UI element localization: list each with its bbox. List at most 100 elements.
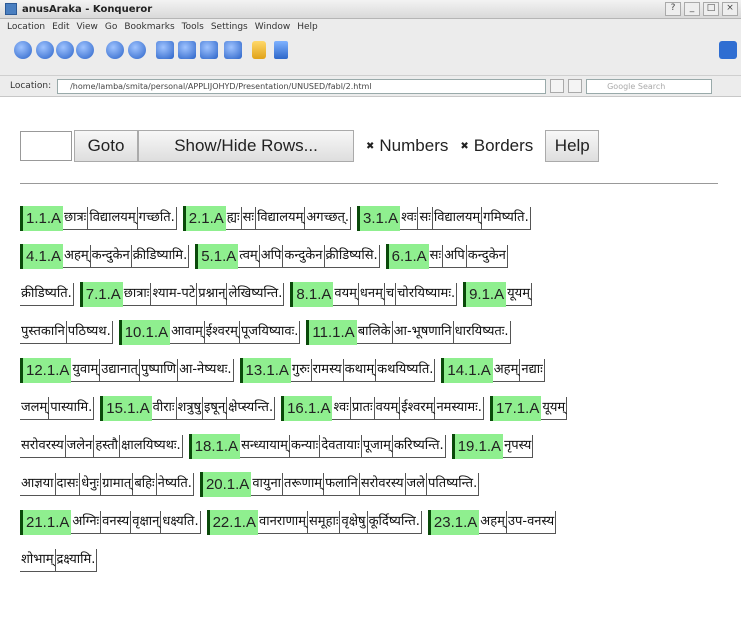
word-cell[interactable]: आवाम्: [170, 320, 205, 344]
word-cell[interactable]: यूयम्: [541, 396, 568, 420]
word-cell[interactable]: अपि: [443, 244, 467, 268]
word-cell[interactable]: पास्यामि.: [49, 396, 95, 420]
sentence-id-link[interactable]: 17.1.A: [489, 395, 542, 421]
word-cell[interactable]: पुष्पाणि: [139, 358, 179, 382]
word-cell[interactable]: विद्यालयम्: [88, 206, 138, 230]
word-cell[interactable]: युवाम्: [71, 358, 101, 382]
bookmark-icon[interactable]: [178, 41, 196, 59]
word-cell[interactable]: श्वः: [332, 396, 351, 420]
word-cell[interactable]: वायुना: [251, 472, 284, 496]
borders-check-mark-icon[interactable]: ✖: [460, 141, 468, 152]
word-cell[interactable]: अगच्छत्.: [305, 206, 352, 230]
clear-location-icon[interactable]: [550, 79, 565, 93]
word-cell[interactable]: त्वम्: [238, 244, 260, 268]
word-cell[interactable]: इषून्: [203, 396, 228, 420]
word-cell[interactable]: बहिः: [133, 472, 157, 496]
word-cell[interactable]: सः: [418, 206, 433, 230]
sentence-id-link[interactable]: 3.1.A: [357, 205, 401, 231]
word-cell[interactable]: सः: [428, 244, 444, 268]
word-cell[interactable]: आज्ञया: [20, 472, 56, 496]
word-cell[interactable]: ईश्वरम्: [204, 320, 240, 344]
word-cell[interactable]: श्याम-पटे: [151, 282, 198, 306]
word-cell[interactable]: सन्ध्यायाम्: [240, 434, 290, 458]
menu-bookmarks[interactable]: Bookmarks: [124, 22, 174, 32]
sentence-id-link[interactable]: 18.1.A: [188, 433, 241, 459]
word-cell[interactable]: चोरयिष्यामः.: [396, 282, 458, 306]
word-cell[interactable]: दासः: [55, 472, 81, 496]
word-cell[interactable]: करिष्यन्ति.: [392, 434, 446, 458]
word-cell[interactable]: पतिष्यन्ति.: [426, 472, 480, 496]
sentence-id-link[interactable]: 1.1.A: [20, 205, 64, 231]
word-cell[interactable]: वयम्: [374, 396, 401, 420]
word-cell[interactable]: देवतायाः: [320, 434, 362, 458]
sentence-id-link[interactable]: 8.1.A: [290, 281, 334, 307]
word-cell[interactable]: सः: [241, 206, 257, 230]
stop-icon[interactable]: [128, 41, 146, 59]
go-location-icon[interactable]: [568, 79, 583, 93]
word-cell[interactable]: नृपस्य: [503, 434, 534, 458]
word-cell[interactable]: सरोवरस्य: [20, 434, 66, 458]
menu-help[interactable]: Help: [297, 22, 318, 32]
word-cell[interactable]: रामस्य: [311, 358, 344, 382]
sentence-id-link[interactable]: 11.1.A: [306, 319, 357, 345]
maximize-window-button[interactable]: □: [703, 2, 719, 16]
menu-location[interactable]: Location: [7, 22, 45, 32]
word-cell[interactable]: नमस्यामः.: [435, 396, 484, 420]
zoom-in-icon[interactable]: [14, 41, 32, 59]
sentence-id-link[interactable]: 15.1.A: [100, 395, 152, 421]
word-cell[interactable]: ह्यः: [225, 206, 242, 230]
word-cell[interactable]: तरूणाम्: [283, 472, 325, 496]
word-cell[interactable]: बालिके: [356, 320, 393, 344]
word-cell[interactable]: जलम्: [20, 396, 50, 420]
word-cell[interactable]: श्वः: [400, 206, 419, 230]
numbers-check-mark-icon[interactable]: ✖: [366, 141, 374, 152]
sentence-id-link[interactable]: 6.1.A: [385, 243, 429, 269]
word-cell[interactable]: धेनुः: [80, 472, 102, 496]
show-hide-rows-button[interactable]: Show/Hide Rows...: [138, 130, 354, 162]
word-cell[interactable]: द्रक्ष्यामि.: [55, 548, 98, 572]
goto-button[interactable]: Goto: [74, 130, 138, 162]
sentence-id-link[interactable]: 14.1.A: [441, 357, 493, 383]
word-cell[interactable]: क्षेप्स्यन्ति.: [227, 396, 276, 420]
sentence-id-link[interactable]: 5.1.A: [195, 243, 239, 269]
word-cell[interactable]: प्रातः: [350, 396, 375, 420]
sentence-id-link[interactable]: 9.1.A: [463, 281, 507, 307]
word-cell[interactable]: वनस्य: [101, 510, 132, 534]
word-cell[interactable]: गच्छति.: [137, 206, 177, 230]
word-cell[interactable]: शोभाम्: [20, 548, 56, 572]
word-cell[interactable]: कथाम्: [343, 358, 377, 382]
word-cell[interactable]: कन्दुकेन: [466, 244, 508, 268]
word-cell[interactable]: क्रीडिष्यसि.: [324, 244, 380, 268]
sentence-id-link[interactable]: 12.1.A: [20, 357, 72, 383]
word-cell[interactable]: धक्ष्यति.: [161, 510, 201, 534]
word-cell[interactable]: जले: [405, 472, 427, 496]
word-cell[interactable]: कन्याः: [289, 434, 321, 458]
word-cell[interactable]: हस्तौ: [94, 434, 121, 458]
word-cell[interactable]: गुरुः: [290, 358, 312, 382]
sentence-id-link[interactable]: 23.1.A: [427, 509, 480, 535]
menu-tools[interactable]: Tools: [182, 22, 204, 32]
word-cell[interactable]: ग्रामात्: [101, 472, 134, 496]
word-cell[interactable]: छात्राः: [122, 282, 152, 306]
word-cell[interactable]: ईश्वरम्: [400, 396, 436, 420]
sentence-id-link[interactable]: 7.1.A: [79, 281, 123, 307]
word-cell[interactable]: यूयम्: [506, 282, 532, 306]
word-cell[interactable]: नद्याः: [520, 358, 545, 382]
word-cell[interactable]: अहम्: [479, 510, 507, 534]
goto-input[interactable]: [20, 131, 72, 161]
menu-window[interactable]: Window: [255, 22, 291, 32]
url-input[interactable]: /home/lamba/smita/personal/APPLIJOHYD/Pr…: [57, 78, 547, 94]
close-window-button[interactable]: ×: [722, 2, 738, 16]
word-cell[interactable]: शत्रुषु: [176, 396, 204, 420]
word-cell[interactable]: अहम्: [492, 358, 521, 382]
word-cell[interactable]: छात्रः: [63, 206, 89, 230]
sentence-id-link[interactable]: 4.1.A: [20, 243, 64, 269]
back-icon[interactable]: [56, 41, 74, 59]
sentence-id-link[interactable]: 20.1.A: [199, 471, 252, 497]
word-cell[interactable]: अपि: [259, 244, 284, 268]
word-cell[interactable]: लेखिष्यन्ति.: [227, 282, 285, 306]
word-cell[interactable]: वृक्षान्: [131, 510, 162, 534]
word-cell[interactable]: पूजयिष्यावः.: [239, 320, 301, 344]
menu-edit[interactable]: Edit: [52, 22, 69, 32]
word-cell[interactable]: अहम्: [63, 244, 91, 268]
